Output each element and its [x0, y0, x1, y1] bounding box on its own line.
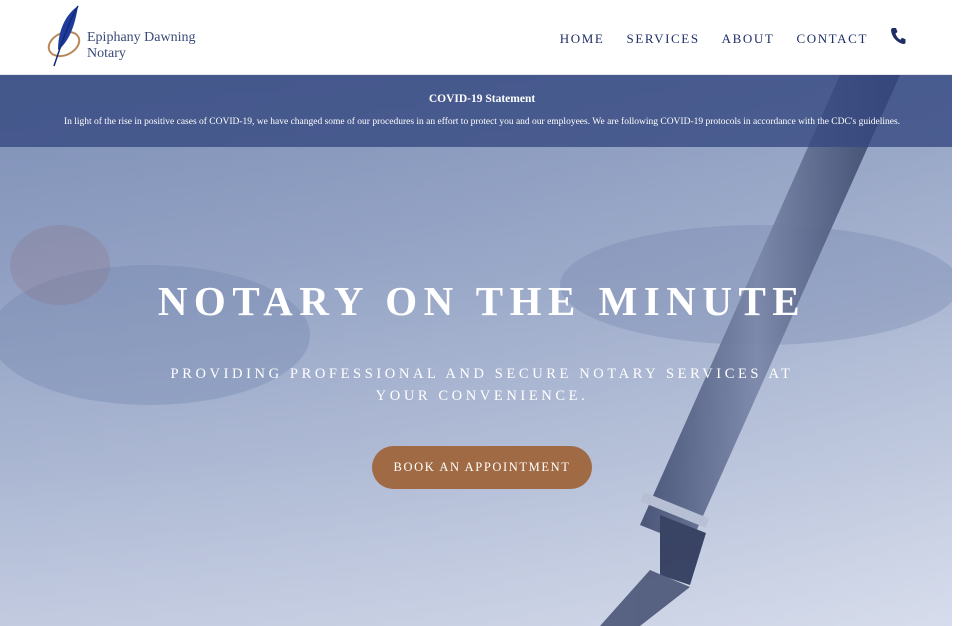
- page-scrollbar[interactable]: [952, 0, 964, 626]
- quill-feather-icon: [47, 5, 81, 67]
- site-header: Epiphany Dawning Notary HOME SERVICES AB…: [0, 0, 964, 75]
- phone-icon[interactable]: [890, 27, 906, 45]
- hero-background-image: [0, 75, 964, 626]
- covid-text: In light of the rise in positive cases o…: [63, 117, 901, 127]
- brand-name: Epiphany Dawning Notary: [87, 30, 195, 62]
- nav-about[interactable]: ABOUT: [722, 31, 775, 47]
- brand-name-line2: Notary: [87, 46, 126, 61]
- brand-name-line1: Epiphany Dawning: [87, 30, 196, 45]
- covid-title: COVID-19 Statement: [428, 93, 536, 105]
- logo[interactable]: Epiphany Dawning Notary: [44, 4, 204, 70]
- nav-services[interactable]: SERVICES: [626, 31, 699, 47]
- covid-banner: COVID-19 Statement In light of the rise …: [0, 75, 964, 147]
- main-nav: HOME SERVICES ABOUT CONTACT: [538, 28, 868, 50]
- hero-subtitle: PROVIDING PROFESSIONAL AND SECURE NOTARY…: [170, 366, 794, 404]
- hero-section: COVID-19 Statement In light of the rise …: [0, 75, 964, 626]
- nav-contact[interactable]: CONTACT: [796, 31, 868, 47]
- hero-title: NOTARY ON THE MINUTE: [157, 278, 807, 324]
- nav-home[interactable]: HOME: [560, 31, 605, 47]
- book-appointment-button[interactable]: BOOK AN APPOINTMENT: [372, 446, 592, 489]
